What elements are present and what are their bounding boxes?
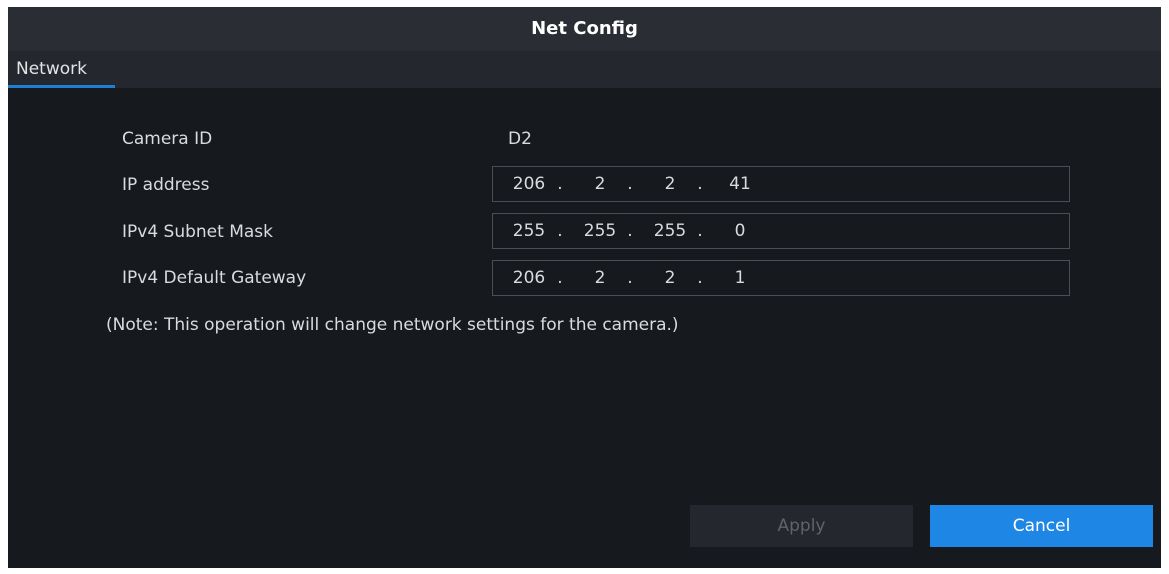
gateway-label: IPv4 Default Gateway [122, 268, 307, 288]
ip-separator: . [627, 174, 633, 194]
gateway-separator: . [697, 268, 703, 288]
ip-address-field[interactable]: 206 . 2 . 2 . 41 [492, 166, 1070, 202]
subnet-mask-label: IPv4 Subnet Mask [122, 222, 273, 242]
mask-octet-1[interactable]: 255 [507, 214, 551, 248]
camera-id-label: Camera ID [122, 129, 213, 149]
gateway-octet-4[interactable]: 1 [718, 261, 762, 295]
mask-separator: . [557, 221, 563, 241]
ip-octet-3[interactable]: 2 [648, 167, 692, 201]
tab-network[interactable]: Network [8, 51, 115, 88]
gateway-octet-1[interactable]: 206 [507, 261, 551, 295]
gateway-octet-2[interactable]: 2 [578, 261, 622, 295]
gateway-separator: . [627, 268, 633, 288]
ip-octet-1[interactable]: 206 [507, 167, 551, 201]
gateway-field[interactable]: 206 . 2 . 2 . 1 [492, 260, 1070, 296]
mask-octet-2[interactable]: 255 [578, 214, 622, 248]
mask-separator: . [627, 221, 633, 241]
ip-separator: . [697, 174, 703, 194]
ip-address-label: IP address [122, 175, 210, 195]
dialog-title: Net Config [8, 7, 1161, 51]
ip-octet-4[interactable]: 41 [718, 167, 762, 201]
subnet-mask-field[interactable]: 255 . 255 . 255 . 0 [492, 213, 1070, 249]
apply-button[interactable]: Apply [690, 505, 913, 547]
gateway-separator: . [557, 268, 563, 288]
gateway-octet-3[interactable]: 2 [648, 261, 692, 295]
camera-id-value: D2 [508, 129, 532, 149]
mask-octet-3[interactable]: 255 [648, 214, 692, 248]
ip-octet-2[interactable]: 2 [578, 167, 622, 201]
mask-separator: . [697, 221, 703, 241]
net-config-dialog: Net Config Network Camera ID D2 IP addre… [8, 7, 1161, 568]
cancel-button[interactable]: Cancel [930, 505, 1153, 547]
tab-bar: Network [8, 51, 1161, 88]
note-text: (Note: This operation will change networ… [106, 315, 679, 335]
ip-separator: . [557, 174, 563, 194]
mask-octet-4[interactable]: 0 [718, 214, 762, 248]
